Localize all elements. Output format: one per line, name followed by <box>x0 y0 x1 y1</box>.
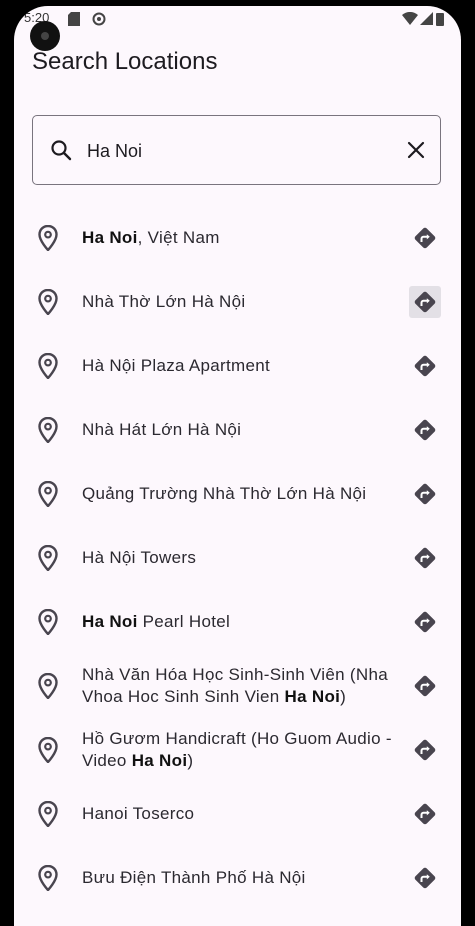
location-pin-icon <box>38 480 58 512</box>
app-screen: 5:20 Search Locations Ha Noi Ha Noi, Việ… <box>14 6 461 926</box>
location-pin-icon <box>38 672 58 704</box>
page-title: Search Locations <box>32 48 218 75</box>
directions-icon[interactable] <box>409 734 441 766</box>
result-name-text: Quảng Trường Nhà Thờ Lớn Hà Nội <box>82 484 367 503</box>
location-pin-icon <box>38 736 58 768</box>
clear-icon[interactable] <box>406 140 426 165</box>
result-name-text: Nhà Hát Lớn Hà Nội <box>82 420 242 439</box>
result-name-text: Hà Nội Towers <box>82 548 197 567</box>
directions-icon[interactable] <box>409 862 441 894</box>
result-name: Ha Noi Pearl Hotel <box>82 611 400 633</box>
result-name: Nhà Hát Lớn Hà Nội <box>82 419 400 441</box>
result-item[interactable]: Nhà Thờ Lớn Hà Nội <box>14 270 461 334</box>
signal-icon <box>420 12 433 30</box>
result-name: Nhà Văn Hóa Học Sinh-Sinh Viên (Nha Vhoa… <box>82 664 400 708</box>
wifi-icon <box>402 11 418 30</box>
location-pin-icon <box>38 544 58 576</box>
result-name-match: Ha Noi <box>131 751 188 770</box>
result-item[interactable]: Hanoi Toserco <box>14 782 461 846</box>
directions-icon[interactable] <box>409 414 441 446</box>
result-name: Hà Nội Plaza Apartment <box>82 355 400 377</box>
result-item[interactable]: Nhà Văn Hóa Học Sinh-Sinh Viên (Nha Vhoa… <box>14 654 461 718</box>
location-pin-icon <box>38 864 58 896</box>
result-name-match: Ha Noi <box>82 228 138 247</box>
result-name: Bưu Điện Thành Phố Hà Nội <box>82 867 400 889</box>
location-pin-icon <box>38 416 58 448</box>
result-name: Nhà Thờ Lớn Hà Nội <box>82 291 400 313</box>
result-item[interactable]: Quảng Trường Nhà Thờ Lớn Hà Nội <box>14 462 461 526</box>
result-name-text: Hanoi Toserco <box>82 804 195 823</box>
result-item[interactable]: Bưu Điện Thành Phố Hà Nội <box>14 846 461 910</box>
result-name-text: Bưu Điện Thành Phố Hà Nội <box>82 868 306 887</box>
search-icon <box>49 138 73 167</box>
result-name-match: Ha Noi <box>284 687 341 706</box>
directions-icon[interactable] <box>409 606 441 638</box>
search-input[interactable] <box>87 138 377 164</box>
directions-icon[interactable] <box>409 478 441 510</box>
result-name: Quảng Trường Nhà Thờ Lớn Hà Nội <box>82 483 400 505</box>
result-name-suffix: Pearl Hotel <box>137 612 231 631</box>
result-item[interactable]: Ha Noi Pearl Hotel <box>14 590 461 654</box>
location-pin-icon <box>38 288 58 320</box>
result-name-text: Hồ Gươm Handicraft (Ho Guom Audio - Vide… <box>82 729 392 770</box>
result-name-text: Nhà Thờ Lớn Hà Nội <box>82 292 246 311</box>
result-name: Hà Nội Towers <box>82 547 400 569</box>
result-item[interactable]: Ha Noi, Việt Nam <box>14 206 461 270</box>
front-camera <box>30 21 60 51</box>
battery-icon <box>436 12 444 31</box>
location-pin-icon <box>38 800 58 832</box>
directions-icon[interactable] <box>409 798 441 830</box>
result-item[interactable]: Hà Nội Plaza Apartment <box>14 334 461 398</box>
location-pin-icon <box>38 352 58 384</box>
result-name: Hồ Gươm Handicraft (Ho Guom Audio - Vide… <box>82 728 400 772</box>
result-name-suffix: , Việt Nam <box>137 228 220 247</box>
device-frame: 5:20 Search Locations Ha Noi Ha Noi, Việ… <box>0 0 475 926</box>
sync-icon <box>92 12 106 31</box>
sd-card-icon <box>68 12 80 31</box>
result-name-text: Hà Nội Plaza Apartment <box>82 356 271 375</box>
directions-icon[interactable] <box>409 222 441 254</box>
directions-icon[interactable] <box>409 350 441 382</box>
directions-icon[interactable] <box>409 670 441 702</box>
search-field[interactable] <box>32 115 441 185</box>
result-item[interactable]: Nhà Hát Lớn Hà Nội <box>14 398 461 462</box>
result-name: Hanoi Toserco <box>82 803 400 825</box>
result-name: Ha Noi, Việt Nam <box>82 227 400 249</box>
directions-icon[interactable] <box>409 542 441 574</box>
result-name-suffix: ) <box>187 751 194 770</box>
location-pin-icon <box>38 224 58 256</box>
result-name-suffix: ) <box>340 687 347 706</box>
status-bar: 5:20 <box>14 6 461 36</box>
directions-icon[interactable] <box>409 286 441 318</box>
result-item[interactable]: Hà Nội Towers <box>14 526 461 590</box>
location-pin-icon <box>38 608 58 640</box>
result-item[interactable]: Hồ Gươm Handicraft (Ho Guom Audio - Vide… <box>14 718 461 782</box>
result-name-match: Ha Noi <box>82 612 138 631</box>
